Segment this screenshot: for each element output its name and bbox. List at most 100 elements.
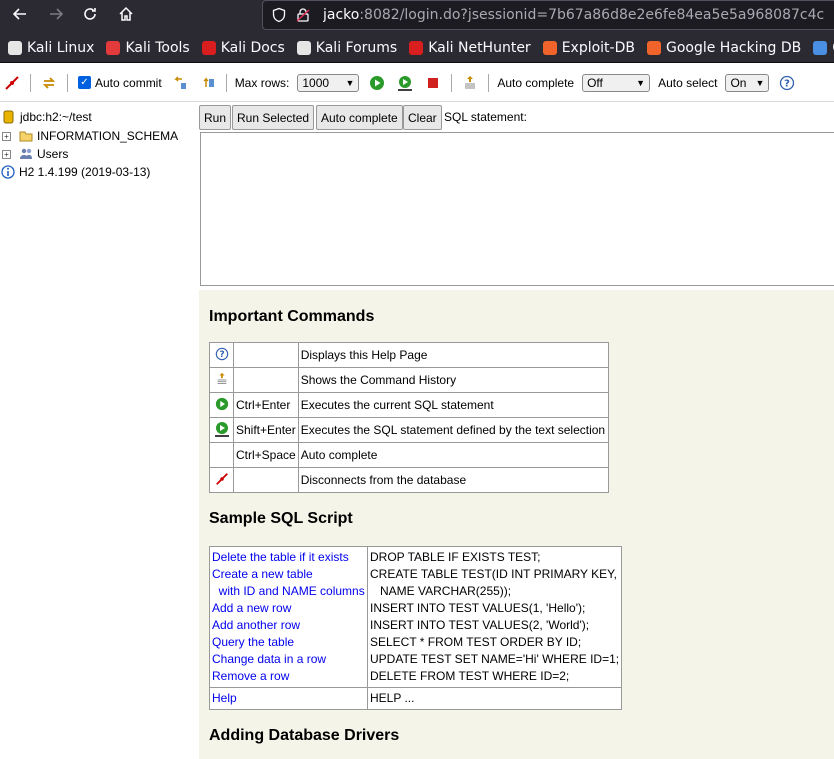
max-rows-label: Max rows: bbox=[234, 75, 290, 90]
chevron-down-icon: ▼ bbox=[636, 77, 646, 88]
bookmark-item[interactable]: Google Hacking DB bbox=[646, 40, 801, 56]
bookmark-item[interactable]: Kali NetHunter bbox=[409, 40, 531, 56]
url-host: jacko bbox=[323, 7, 360, 23]
auto-complete-select[interactable]: Off ▼ bbox=[582, 73, 651, 92]
toolbar-separator bbox=[488, 73, 490, 92]
version-text: H2 1.4.199 (2019-03-13) bbox=[19, 165, 151, 179]
help-icon: ? bbox=[215, 347, 229, 364]
run-button[interactable]: Run bbox=[199, 105, 232, 130]
back-arrow-icon bbox=[12, 8, 26, 20]
forward-arrow-icon bbox=[50, 8, 64, 20]
sample-link[interactable]: Add a new row bbox=[212, 600, 365, 617]
sample-code-line: SELECT * FROM TEST ORDER BY ID; bbox=[370, 635, 582, 649]
run-selected-button[interactable]: Run Selected bbox=[232, 105, 315, 130]
command-description-cell: Disconnects from the database bbox=[297, 467, 609, 493]
reload-icon bbox=[84, 8, 96, 20]
auto-commit-checkbox[interactable]: ✓ bbox=[78, 76, 91, 89]
rollback-button[interactable] bbox=[172, 75, 188, 91]
tree-version: H2 1.4.199 (2019-03-13) bbox=[1, 163, 150, 181]
tree-item-label: Users bbox=[37, 147, 69, 161]
max-rows-select[interactable]: 1000 ▼ bbox=[297, 73, 360, 92]
auto-select-select[interactable]: On ▼ bbox=[725, 73, 770, 92]
sample-link[interactable]: with ID and NAME columns bbox=[212, 583, 365, 600]
bookmark-icon bbox=[646, 40, 661, 55]
sample-link[interactable]: Delete the table if it exists bbox=[212, 549, 365, 566]
back-button[interactable] bbox=[2, 0, 38, 28]
sample-sql-heading: Sample SQL Script bbox=[209, 510, 353, 527]
command-icon-cell: ? bbox=[209, 342, 234, 368]
home-icon bbox=[119, 6, 133, 21]
table-row: Shift+Enter Executes the SQL statement de… bbox=[209, 417, 609, 443]
sample-code-line: INSERT INTO TEST VALUES(1, 'Hello'); bbox=[370, 601, 586, 615]
expand-icon[interactable]: + bbox=[2, 149, 11, 159]
command-key-cell: Shift+Enter bbox=[233, 417, 299, 443]
run-selected-icon bbox=[398, 75, 413, 91]
bookmark-item[interactable]: Kali Docs bbox=[201, 40, 285, 56]
rollback-icon bbox=[173, 75, 186, 89]
tree-item-users[interactable]: + Users bbox=[2, 145, 68, 163]
browser-navbar: jacko:8082/login.do?jsessionid=7b67a86d8… bbox=[0, 0, 834, 33]
sample-code-line: NAME VARCHAR(255)); bbox=[370, 584, 512, 598]
url-text[interactable]: jacko:8082/login.do?jsessionid=7b67a86d8… bbox=[323, 7, 824, 23]
refresh-button[interactable] bbox=[41, 75, 57, 91]
disconnect-button[interactable] bbox=[4, 75, 20, 91]
shield-icon[interactable] bbox=[271, 7, 287, 23]
bookmark-icon bbox=[8, 40, 22, 55]
history-button[interactable] bbox=[462, 75, 478, 91]
expand-icon[interactable]: + bbox=[2, 131, 11, 141]
sample-code-line: UPDATE TEST SET NAME='Hi' WHERE ID=1; bbox=[370, 652, 620, 666]
sample-link[interactable]: Change data in a row bbox=[212, 651, 365, 668]
clear-button[interactable]: Clear bbox=[403, 105, 442, 130]
folder-icon bbox=[19, 129, 33, 143]
sample-link[interactable]: Add another row bbox=[212, 617, 365, 634]
command-icon-cell bbox=[209, 417, 234, 443]
bookmark-item[interactable]: Kali Tools bbox=[106, 40, 190, 56]
svg-text:?: ? bbox=[785, 78, 791, 89]
url-bar[interactable]: jacko:8082/login.do?jsessionid=7b67a86d8… bbox=[262, 0, 834, 30]
disconnect-icon bbox=[215, 472, 229, 489]
sample-code-cell: DROP TABLE IF EXISTS TEST; CREATE TABLE T… bbox=[366, 546, 623, 688]
sample-link[interactable]: Query the table bbox=[212, 634, 365, 651]
adding-drivers-heading: Adding Database Drivers bbox=[209, 727, 400, 744]
commit-button[interactable] bbox=[200, 75, 216, 91]
insecure-lock-icon[interactable] bbox=[295, 7, 311, 23]
bookmark-item[interactable]: Exploit-DB bbox=[542, 40, 635, 56]
run-button[interactable] bbox=[369, 75, 385, 91]
bookmark-item[interactable]: Kali Linux bbox=[8, 40, 94, 56]
bookmark-icon bbox=[296, 40, 311, 55]
help-icon: ? bbox=[780, 75, 795, 90]
tree-item-information-schema[interactable]: + INFORMATION_SCHEMA bbox=[2, 127, 178, 145]
h2-toolbar: ✓ Auto commit Max rows: 1000 ▼ Auto compl… bbox=[0, 64, 834, 102]
forward-button[interactable] bbox=[38, 0, 74, 28]
sql-statement-label: SQL statement: bbox=[444, 110, 527, 124]
command-key-cell bbox=[233, 467, 299, 493]
stop-button[interactable] bbox=[425, 75, 441, 91]
bookmark-item[interactable]: OffS bbox=[813, 40, 834, 56]
important-commands-heading: Important Commands bbox=[209, 308, 375, 325]
table-row: Help HELP ... bbox=[209, 687, 623, 710]
stop-icon bbox=[428, 77, 439, 88]
help-button[interactable]: ? bbox=[779, 75, 795, 91]
table-row: Ctrl+Space Auto complete bbox=[209, 442, 609, 468]
command-description-cell: Displays this Help Page bbox=[297, 342, 609, 368]
auto-commit-label: Auto commit bbox=[95, 75, 162, 90]
sql-statement-textarea[interactable] bbox=[200, 132, 834, 286]
bookmark-item[interactable]: Kali Forums bbox=[296, 40, 397, 56]
command-icon-cell bbox=[209, 367, 234, 393]
help-link[interactable]: Help bbox=[212, 690, 365, 707]
sample-link[interactable]: Create a new table bbox=[212, 566, 365, 583]
toolbar-separator bbox=[451, 73, 453, 92]
users-icon bbox=[19, 147, 33, 161]
command-key-cell bbox=[233, 342, 299, 368]
auto-complete-button[interactable]: Auto complete bbox=[316, 105, 403, 130]
bookmark-icon bbox=[106, 40, 121, 55]
commit-icon bbox=[203, 76, 214, 87]
run-selected-button[interactable] bbox=[397, 75, 413, 91]
tree-connection[interactable]: jdbc:h2:~/test bbox=[2, 108, 92, 126]
sample-link[interactable]: Remove a row bbox=[212, 668, 365, 685]
home-button[interactable] bbox=[108, 0, 144, 28]
command-description-cell: Auto complete bbox=[297, 442, 609, 468]
disconnect-icon bbox=[5, 75, 19, 90]
info-icon bbox=[1, 165, 15, 179]
reload-button[interactable] bbox=[72, 0, 108, 28]
